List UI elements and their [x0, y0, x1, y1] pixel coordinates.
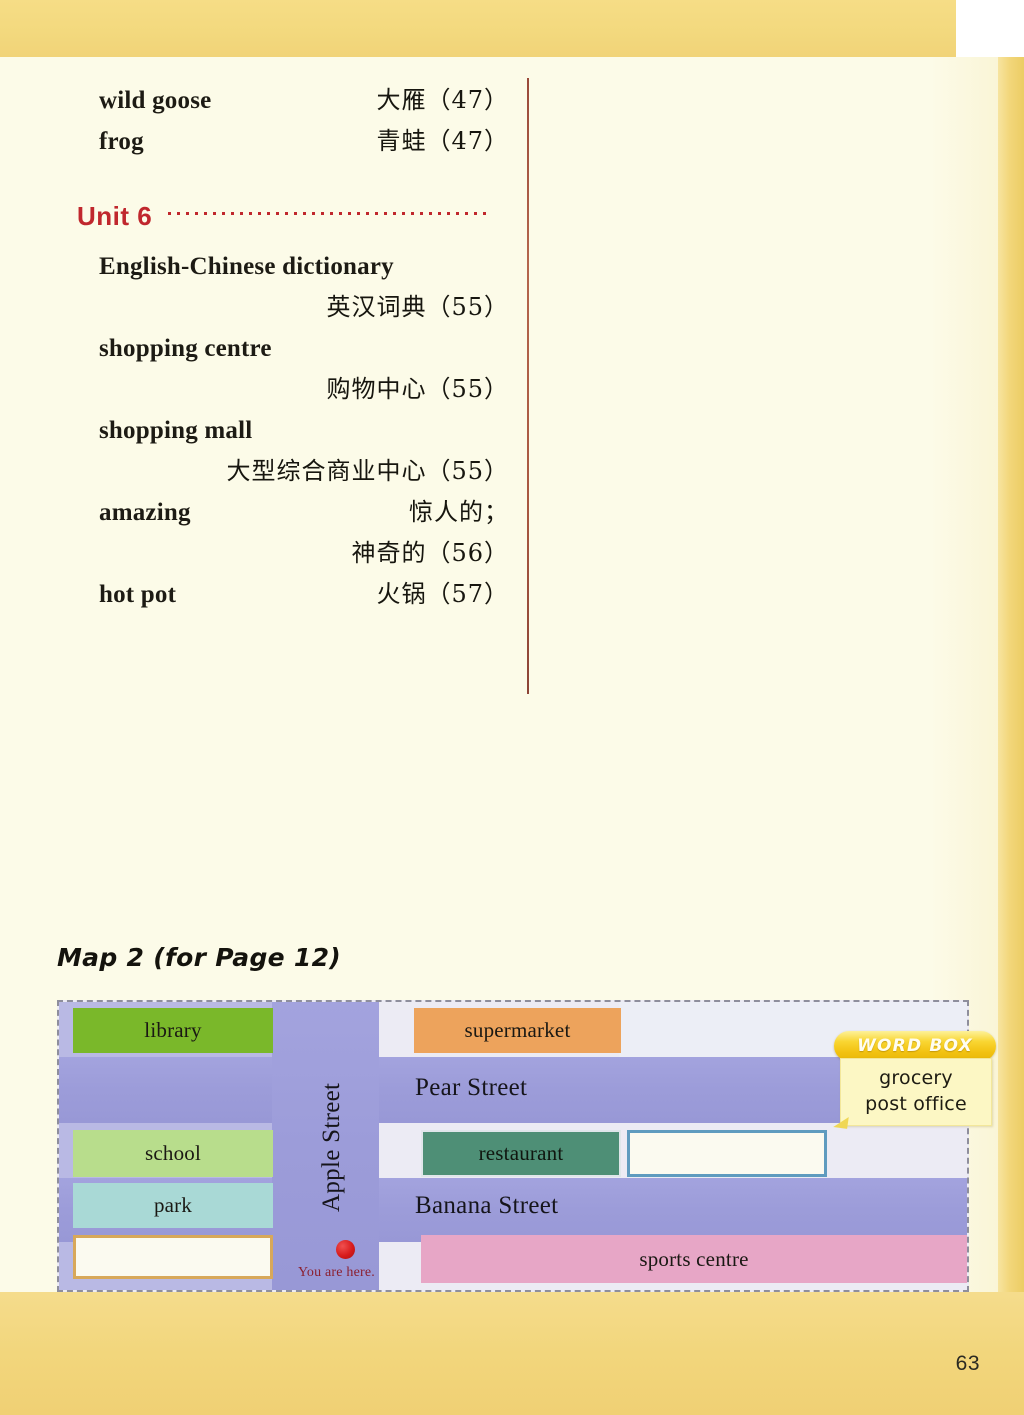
- map-block-label: school: [144, 1141, 202, 1165]
- page-top-band: [0, 0, 956, 57]
- unit-label: Unit 6: [77, 201, 153, 231]
- street-label-banana: Banana Street: [415, 1192, 559, 1219]
- vocab-chinese-second-line: 神奇的（56）: [351, 539, 509, 567]
- street-label-apple: Apple Street: [318, 1082, 345, 1212]
- vocab-entry: wild goose 大雁（47）: [99, 80, 509, 121]
- vocab-entry: hot pot 火锅（57）: [99, 574, 509, 615]
- map-block-restaurant[interactable]: restaurant: [421, 1130, 621, 1177]
- page-bottom-band: [0, 1292, 1024, 1415]
- map-block-sports-centre[interactable]: sports centre: [421, 1235, 967, 1283]
- vocab-chinese: 青蛙（47）: [376, 127, 509, 155]
- map-title: Map 2 (for Page 12): [57, 943, 342, 972]
- map-blank-block-lower-left[interactable]: [73, 1235, 273, 1279]
- map-block-supermarket[interactable]: supermarket: [414, 1008, 621, 1053]
- vocab-english: hot pot: [99, 581, 177, 608]
- vocabulary-list: wild goose 大雁（47） frog 青蛙（47） Unit 6 Eng…: [77, 80, 509, 615]
- vocab-english: frog: [99, 128, 144, 155]
- vocab-chinese: 惊人的；: [409, 498, 509, 526]
- map-block-label: restaurant: [478, 1141, 564, 1165]
- textbook-page: 63 wild goose 大雁（47） frog 青蛙（47） Unit 6 …: [0, 0, 1024, 1415]
- map-block-park[interactable]: park: [73, 1183, 273, 1228]
- map-block-label: library: [144, 1018, 202, 1042]
- vocab-english: English-Chinese dictionary: [99, 253, 394, 280]
- word-box: WORD BOX grocery post office: [833, 1031, 996, 1129]
- map-figure: library supermarket school restaurant pa…: [57, 1000, 969, 1292]
- note-fold-corner: [833, 1115, 849, 1129]
- map-inner: library supermarket school restaurant pa…: [59, 1002, 967, 1290]
- vocab-english: shopping mall: [99, 417, 253, 444]
- vocab-entry: amazing 惊人的；: [99, 492, 509, 533]
- vocab-english: shopping centre: [99, 335, 272, 362]
- vocab-chinese: 购物中心（55）: [326, 375, 509, 403]
- map-block-library[interactable]: library: [73, 1008, 273, 1053]
- vocab-entry: shopping mall: [99, 410, 509, 451]
- word-box-title: WORD BOX: [857, 1036, 973, 1056]
- map-blank-block-middle-right[interactable]: [627, 1130, 827, 1177]
- map-block-label: sports centre: [639, 1246, 749, 1271]
- word-box-note: grocery post office: [833, 1058, 992, 1129]
- vocab-entry: frog 青蛙（47）: [99, 121, 509, 162]
- street-label-pear: Pear Street: [415, 1074, 528, 1101]
- map-block-label: supermarket: [464, 1018, 571, 1042]
- vocab-vertical-rule: [527, 78, 529, 694]
- page-right-band: [998, 57, 1024, 1292]
- page-number: 63: [955, 1352, 980, 1375]
- word-box-word: grocery: [879, 1067, 953, 1089]
- vocab-english: amazing: [99, 499, 191, 526]
- you-are-here-dot: [336, 1240, 355, 1259]
- unit-dotted-rule: [168, 212, 491, 215]
- map-block-label: park: [153, 1193, 193, 1217]
- vocab-chinese: 大雁（47）: [376, 86, 509, 114]
- vocab-chinese: 火锅（57）: [376, 580, 509, 608]
- word-box-title-pill: WORD BOX: [834, 1031, 996, 1061]
- vocab-chinese: 英汉词典（55）: [326, 293, 509, 321]
- vocab-chinese: 大型综合商业中心（55）: [226, 457, 509, 485]
- map-block-school[interactable]: school: [73, 1130, 273, 1177]
- word-box-word: post office: [865, 1093, 967, 1115]
- vocab-english: wild goose: [99, 87, 212, 114]
- vocab-entry: shopping centre: [99, 328, 509, 369]
- unit-heading: Unit 6: [77, 201, 509, 239]
- you-are-here-label: You are here.: [298, 1265, 375, 1280]
- vocab-entry: English-Chinese dictionary: [99, 246, 509, 287]
